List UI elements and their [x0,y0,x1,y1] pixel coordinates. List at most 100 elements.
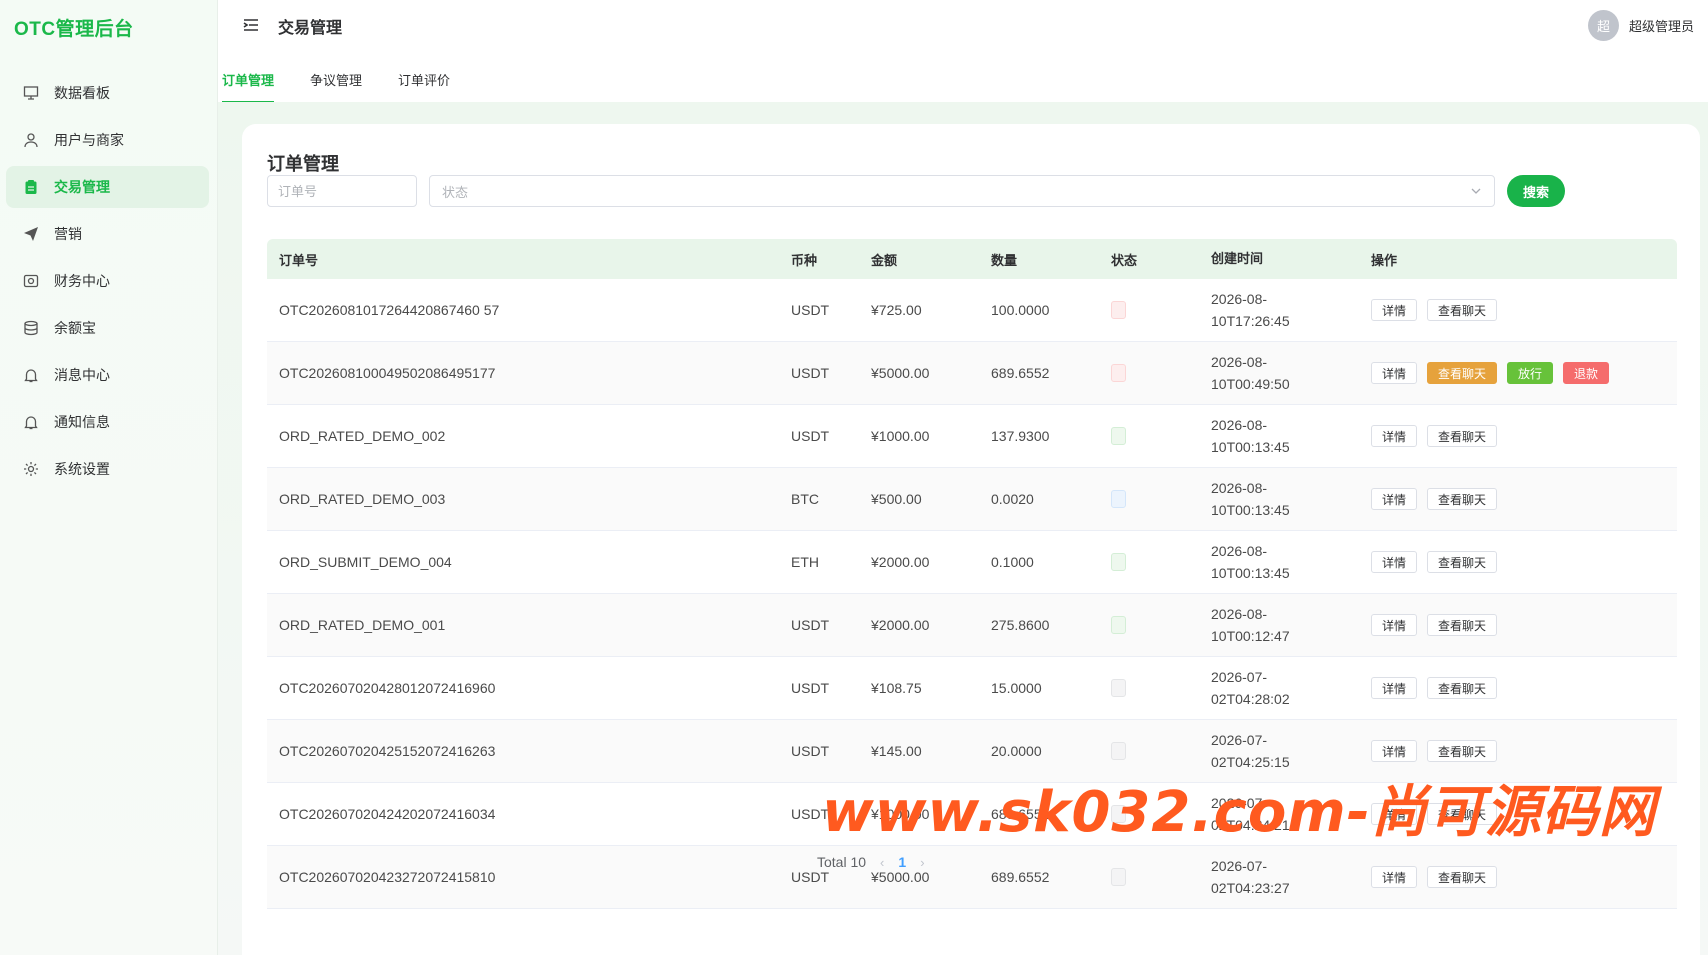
view-chat-button[interactable]: 查看聊天 [1427,677,1498,699]
column-header: 订单号 [279,252,319,268]
detail-button[interactable]: 详情 [1371,299,1418,321]
row-actions: 详情 查看聊天 [1359,299,1677,321]
view-chat-button[interactable]: 查看聊天 [1427,551,1498,573]
amount: ¥5000.00 [871,365,930,381]
row-actions: 详情 查看聊天 [1359,551,1677,573]
sidebar-item-7[interactable]: 通知信息 [6,401,209,443]
coin: BTC [791,491,819,507]
status-badge [1111,868,1126,886]
amount: ¥5000.00 [871,869,930,885]
sidebar-item-8[interactable]: 系统设置 [6,448,209,490]
amount: ¥1000.00 [871,428,930,444]
status-cell [1099,301,1199,319]
user-menu[interactable]: 超 超级管理员 [1587,10,1694,41]
table-row: ORD_RATED_DEMO_003 BTC ¥500.00 0.0020 2026-0… [267,468,1677,531]
created-date: 2026-08- [1211,291,1268,307]
sidebar-item-4[interactable]: 财务中心 [6,260,209,302]
amount: ¥2000.00 [871,617,930,633]
detail-button[interactable]: 详情 [1371,677,1418,699]
release-button[interactable]: 放行 [1507,362,1554,384]
tab-0[interactable]: 订单管理 [222,70,275,103]
view-chat-button[interactable]: 查看聊天 [1427,362,1498,384]
created-time: 2026-08- 10T00:13:45 [1199,414,1359,458]
column-header: 金额 [871,252,898,268]
order-number: ORD_SUBMIT_DEMO_004 [279,554,452,570]
table-row: OTC202607020423272072415810 USDT ¥5000.00 6… [267,846,1677,909]
status-select[interactable]: 状态 [429,175,1495,207]
created-date: 2026-08- [1211,417,1268,433]
sidebar-nav: 数据看板用户与商家交易管理营销财务中心余额宝消息中心通知信息系统设置 [6,72,209,495]
search-button[interactable]: 搜索 [1507,175,1565,207]
row-actions: 详情 查看聊天 [1359,740,1677,762]
status-badge [1111,616,1126,634]
sidebar-item-0[interactable]: 数据看板 [6,72,209,114]
refund-button[interactable]: 退款 [1563,362,1610,384]
sidebar-item-label: 财务中心 [54,273,110,289]
created-date: 2026-08- [1211,354,1268,370]
detail-button[interactable]: 详情 [1371,362,1418,384]
clipboard-icon [20,179,42,195]
created-time: 2026-08- 10T17:26:45 [1199,288,1359,332]
status-badge [1111,490,1126,508]
sidebar-item-label: 交易管理 [54,179,110,195]
tab-2[interactable]: 订单评价 [398,70,450,101]
created-time: 10T00:12:47 [1211,628,1290,644]
table-row: ORD_RATED_DEMO_002 USDT ¥1000.00 137.9300 20… [267,405,1677,468]
prev-page-icon[interactable]: ‹ [880,855,884,870]
column-header: 数量 [991,252,1018,268]
order-number-input[interactable] [267,175,417,207]
menu-toggle-icon[interactable] [242,16,260,34]
column-header: 币种 [791,252,818,268]
user-name: 超级管理员 [1628,19,1694,34]
quantity: 100.0000 [991,302,1050,318]
detail-button[interactable]: 详情 [1371,488,1418,510]
sidebar-item-2[interactable]: 交易管理 [6,166,209,208]
status-select-placeholder: 状态 [442,184,469,200]
quantity: 0.1000 [991,554,1034,570]
status-cell [1099,490,1199,508]
table-row: OTC202607020428012072416960 USDT ¥108.75 15… [267,657,1677,720]
amount: ¥145.00 [871,743,922,759]
sidebar-item-3[interactable]: 营销 [6,213,209,255]
current-page[interactable]: 1 [898,854,906,870]
detail-button[interactable]: 详情 [1371,551,1418,573]
view-chat-button[interactable]: 查看聊天 [1427,866,1498,888]
view-chat-button[interactable]: 查看聊天 [1427,614,1498,636]
quantity: 20.0000 [991,743,1042,759]
detail-button[interactable]: 详情 [1371,740,1418,762]
coin: USDT [791,365,830,381]
table-row: ORD_SUBMIT_DEMO_004 ETH ¥2000.00 0.1000 2026… [267,531,1677,594]
coin: USDT [791,680,830,696]
order-number: ORD_RATED_DEMO_002 [279,428,446,444]
order-number: OTC202607020423272072415810 [279,869,496,885]
table-row: OTC202608100049502086495177 USDT ¥5000.00 6… [267,342,1677,405]
watermark: www.sk032.com-尚可源码网 [822,780,1656,845]
gear-icon [20,461,42,477]
quantity: 275.8600 [991,617,1050,633]
quantity: 689.6552 [991,869,1050,885]
detail-button[interactable]: 详情 [1371,614,1418,636]
created-date: 2026-07- [1211,669,1268,685]
created-time: 10T00:13:45 [1211,502,1290,518]
next-page-icon[interactable]: › [920,855,924,870]
column-header: 操作 [1371,252,1398,268]
card-title: 订单管理 [267,154,339,174]
sidebar-item-6[interactable]: 消息中心 [6,354,209,396]
created-time: 10T00:49:50 [1211,376,1290,392]
detail-button[interactable]: 详情 [1371,425,1418,447]
view-chat-button[interactable]: 查看聊天 [1427,425,1498,447]
view-chat-button[interactable]: 查看聊天 [1427,740,1498,762]
detail-button[interactable]: 详情 [1371,866,1418,888]
tab-1[interactable]: 争议管理 [310,70,362,101]
sidebar-item-1[interactable]: 用户与商家 [6,119,209,161]
column-header: 创建时间 [1211,251,1264,266]
view-chat-button[interactable]: 查看聊天 [1427,488,1498,510]
view-chat-button[interactable]: 查看聊天 [1427,299,1498,321]
status-cell [1099,868,1199,886]
chevron-down-icon [1470,185,1482,197]
created-time: 2026-08- 10T00:49:50 [1199,351,1359,395]
bell-icon [20,367,42,383]
status-cell [1099,364,1199,382]
page-title: 交易管理 [278,20,343,37]
sidebar-item-5[interactable]: 余额宝 [6,307,209,349]
